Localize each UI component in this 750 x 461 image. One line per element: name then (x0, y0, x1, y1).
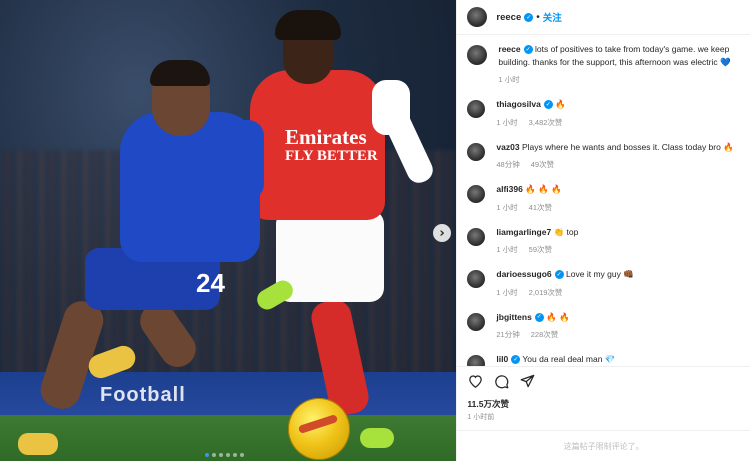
post-time: 1 小时前 (467, 414, 495, 421)
commenter-username[interactable]: thiagosilva (496, 99, 540, 109)
follow-button[interactable]: 关注 (543, 10, 562, 24)
carousel-dot (205, 453, 209, 457)
author-username[interactable]: reece (496, 12, 521, 23)
comment-text: 👏 top (553, 226, 579, 237)
comment-time: 21分钟 (496, 330, 520, 339)
carousel-dot (219, 453, 223, 457)
caption: reece ✓ lots of positives to take from to… (467, 43, 740, 85)
comment-time: 1 小时 (496, 202, 518, 212)
caption-text: lots of positives to take from today's g… (498, 44, 731, 67)
verified-icon: ✓ (524, 12, 534, 22)
carousel-dot (212, 453, 216, 457)
comment-text: Love it my guy 👊🏾 (566, 269, 634, 279)
verified-icon: ✓ (523, 45, 533, 55)
commenter-username[interactable]: darioessugo6 (496, 269, 551, 279)
comment-row: thiagosilva ✓ 🔥 1 小时 3,482次赞 (467, 98, 740, 128)
comments-list[interactable]: reece ✓ lots of positives to take from to… (457, 35, 750, 366)
comment-time: 1 小时 (496, 117, 518, 127)
player-blue-arm (230, 120, 264, 200)
comment-row: lil0 ✓ You da real deal man 💎 (467, 353, 740, 366)
commenter-avatar[interactable] (467, 142, 486, 161)
caption-username[interactable]: reece (498, 44, 520, 54)
verified-icon: ✓ (511, 355, 521, 365)
author-avatar[interactable] (467, 7, 488, 27)
boot (360, 428, 394, 448)
commenter-username[interactable]: jbgittens (496, 312, 531, 322)
heart-icon[interactable] (467, 373, 483, 389)
comment-text: Plays where he wants and bosses it. Clas… (521, 141, 734, 152)
sponsor-line-1: Emirates (285, 125, 367, 149)
carousel-dot (226, 453, 230, 457)
comments-disabled-notice: 这篇帖子限制评论了。 (457, 430, 750, 461)
share-icon[interactable] (519, 373, 535, 389)
caption-time: 1 小时 (498, 75, 520, 84)
commenter-avatar[interactable] (467, 185, 486, 203)
comment-likes[interactable]: 3,482次赞 (529, 118, 563, 127)
like-count[interactable]: 11.5万次赞 (457, 398, 750, 410)
comment-time: 1 小时 (496, 287, 518, 297)
comment-time: 48分钟 (496, 160, 520, 169)
comment-text: 🔥 🔥 🔥 (525, 184, 562, 194)
comment-icon[interactable] (493, 373, 509, 389)
comment-time: 1 小时 (496, 245, 518, 254)
carousel-dots (205, 453, 244, 457)
post-header: reece ✓ • 关注 (457, 0, 750, 35)
comment-text: 🔥 (555, 99, 566, 109)
player-blue-hair (150, 60, 210, 86)
verified-icon: ✓ (543, 100, 553, 110)
commenter-avatar[interactable] (467, 270, 486, 288)
comment-likes[interactable]: 49次赞 (531, 160, 554, 169)
football (288, 398, 350, 460)
sponsor-line-2: FLY BETTER (285, 148, 378, 164)
commenter-username[interactable]: vaz03 (496, 142, 519, 152)
comment-text: 🔥 🔥 (546, 311, 570, 322)
boot (18, 433, 58, 455)
comment-likes[interactable]: 2,019次赞 (529, 288, 563, 297)
instagram-post: Football Emirates FLY BETTER 24 › reece … (0, 0, 750, 461)
commenter-username[interactable]: liamgarlinge7 (496, 227, 551, 237)
commenter-avatar[interactable] (467, 227, 486, 246)
carousel-dot (233, 453, 237, 457)
commenter-avatar[interactable] (467, 312, 486, 331)
comment-row: jbgittens ✓ 🔥 🔥 21分钟 228次赞 (467, 311, 740, 341)
commenter-avatar[interactable] (467, 100, 486, 118)
carousel-dot (240, 453, 244, 457)
commenter-username[interactable]: alfi396 (496, 184, 522, 194)
verified-icon: ✓ (554, 270, 564, 280)
post-image[interactable]: Football Emirates FLY BETTER 24 › (0, 0, 457, 461)
jersey-number: 24 (196, 268, 225, 298)
verified-icon: ✓ (534, 312, 544, 322)
commenter-avatar[interactable] (467, 355, 486, 366)
comment-row: vaz03 Plays where he wants and bosses it… (467, 141, 740, 171)
comment-row: darioessugo6 ✓ Love it my guy 👊🏾 1 小时 2,01… (467, 268, 740, 298)
separator: • (536, 11, 540, 23)
comment-text: You da real deal man 💎 (522, 354, 616, 364)
comment-row: liamgarlinge7 👏 top 1 小时 59次赞 (467, 226, 740, 256)
commenter-username[interactable]: lil0 (496, 354, 508, 364)
board-text: Football (100, 384, 186, 406)
player-red-hair (275, 10, 341, 40)
next-arrow-icon[interactable]: › (433, 224, 451, 242)
action-bar (457, 366, 750, 395)
shirt-sponsor: Emirates FLY BETTER (285, 125, 378, 166)
comment-likes[interactable]: 41次赞 (529, 203, 552, 212)
comment-row: alfi396 🔥 🔥 🔥 1 小时 41次赞 (467, 183, 740, 213)
post-sidebar: reece ✓ • 关注 reece ✓ lots of positives to… (456, 0, 750, 461)
comment-likes[interactable]: 228次赞 (531, 330, 559, 339)
author-avatar[interactable] (467, 45, 488, 65)
comment-likes[interactable]: 59次赞 (529, 245, 552, 254)
